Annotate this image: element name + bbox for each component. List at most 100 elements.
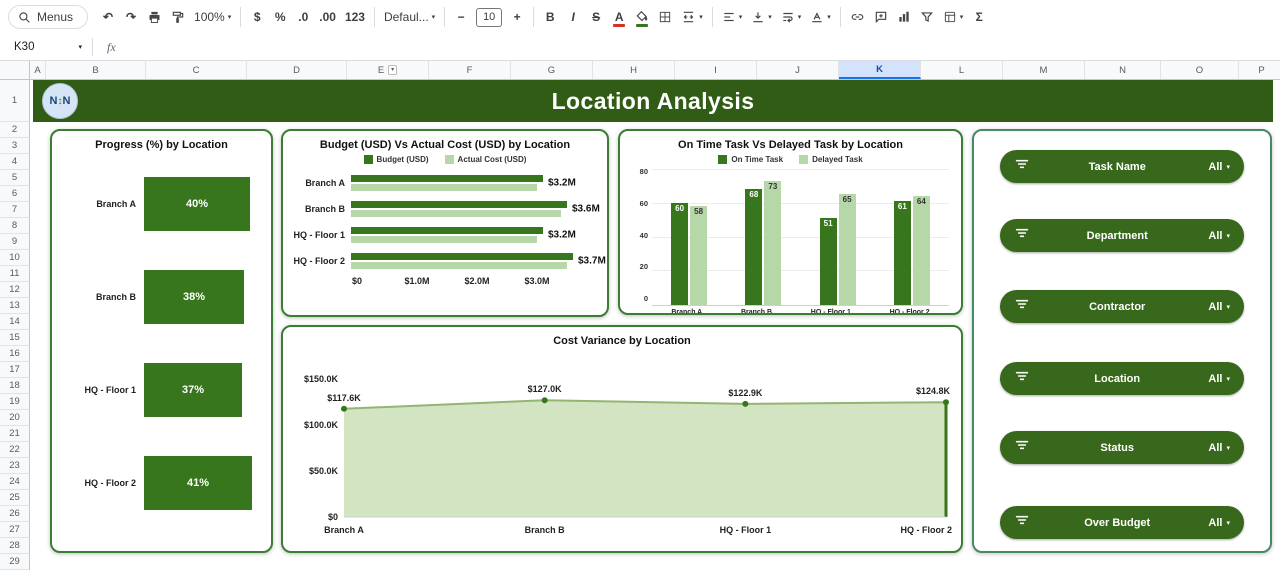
- filter-label: Department: [1030, 230, 1204, 242]
- decrease-font-size-button[interactable]: −: [450, 5, 472, 29]
- merge-cells-icon[interactable]: ▾: [677, 5, 707, 29]
- row-header-10[interactable]: 10: [0, 250, 29, 266]
- insert-comment-icon[interactable]: [870, 5, 892, 29]
- borders-icon[interactable]: [654, 5, 676, 29]
- currency-format-button[interactable]: $: [246, 5, 268, 29]
- row-header-17[interactable]: 17: [0, 362, 29, 378]
- toolbar-divider: [840, 7, 841, 27]
- row-header-11[interactable]: 11: [0, 266, 29, 282]
- row-header-14[interactable]: 14: [0, 314, 29, 330]
- row-header-29[interactable]: 29: [0, 554, 29, 570]
- paint-format-icon[interactable]: [167, 5, 189, 29]
- column-header-p[interactable]: P: [1239, 61, 1280, 79]
- insert-link-icon[interactable]: [846, 5, 869, 29]
- menus-button[interactable]: Menus: [8, 5, 88, 29]
- progress-chart-panel[interactable]: Progress (%) by Location Branch A40%Bran…: [50, 129, 273, 553]
- percent-format-button[interactable]: %: [269, 5, 291, 29]
- row-header-28[interactable]: 28: [0, 538, 29, 554]
- filter-task-name[interactable]: Task NameAll▾: [1000, 150, 1244, 183]
- text-color-button[interactable]: A: [608, 5, 630, 29]
- undo-icon[interactable]: ↶: [97, 5, 119, 29]
- column-header-d[interactable]: D: [247, 61, 347, 79]
- column-header-f[interactable]: F: [429, 61, 511, 79]
- font-select[interactable]: Defaul...▾: [380, 5, 439, 29]
- row-header-24[interactable]: 24: [0, 474, 29, 490]
- filter-contractor[interactable]: ContractorAll▾: [1000, 290, 1244, 323]
- column-header-n[interactable]: N: [1085, 61, 1161, 79]
- dropdown-icon[interactable]: ▾: [388, 65, 397, 75]
- column-header-i[interactable]: I: [675, 61, 757, 79]
- row-header-15[interactable]: 15: [0, 330, 29, 346]
- filter-status[interactable]: StatusAll▾: [1000, 431, 1244, 464]
- row-header-12[interactable]: 12: [0, 282, 29, 298]
- redo-icon[interactable]: ↷: [120, 5, 142, 29]
- column-header-a[interactable]: A: [30, 61, 46, 79]
- row-header-13[interactable]: 13: [0, 298, 29, 314]
- row-header-26[interactable]: 26: [0, 506, 29, 522]
- increase-font-size-button[interactable]: +: [506, 5, 528, 29]
- column-letter: O: [1196, 65, 1203, 76]
- text-rotation-icon[interactable]: ▾: [806, 5, 835, 29]
- zoom-select[interactable]: 100%▾: [190, 5, 235, 29]
- insert-chart-icon[interactable]: [893, 5, 915, 29]
- italic-button[interactable]: I: [562, 5, 584, 29]
- formula-input[interactable]: [130, 34, 1280, 60]
- horizontal-align-icon[interactable]: ▾: [718, 5, 747, 29]
- cost-variance-chart-panel[interactable]: Cost Variance by Location $0$50.0K$100.0…: [281, 325, 963, 553]
- row-header-2[interactable]: 2: [0, 122, 29, 138]
- row-header-25[interactable]: 25: [0, 490, 29, 506]
- column-header-k[interactable]: K: [839, 61, 921, 79]
- paint-format-icon: [171, 10, 185, 24]
- row-header-7[interactable]: 7: [0, 202, 29, 218]
- row-header-16[interactable]: 16: [0, 346, 29, 362]
- insert-comment-icon: [874, 10, 888, 24]
- print-icon[interactable]: [143, 5, 166, 29]
- row-header-9[interactable]: 9: [0, 234, 29, 250]
- column-header-m[interactable]: M: [1003, 61, 1085, 79]
- row-header-23[interactable]: 23: [0, 458, 29, 474]
- column-header-e[interactable]: E▾: [347, 61, 429, 79]
- vertical-align-icon[interactable]: ▾: [747, 5, 776, 29]
- functions-button[interactable]: Σ: [968, 5, 990, 29]
- filter-over-budget[interactable]: Over BudgetAll▾: [1000, 506, 1244, 539]
- row-header-19[interactable]: 19: [0, 394, 29, 410]
- axis-tick-label: 40: [640, 231, 648, 240]
- table-views-icon[interactable]: ▾: [939, 5, 968, 29]
- filter-department[interactable]: DepartmentAll▾: [1000, 219, 1244, 252]
- column-header-h[interactable]: H: [593, 61, 675, 79]
- column-header-o[interactable]: O: [1161, 61, 1239, 79]
- row-header-5[interactable]: 5: [0, 170, 29, 186]
- font-size-input[interactable]: 10: [476, 8, 502, 27]
- banner: N↕N Location Analysis: [33, 80, 1273, 122]
- row-header-3[interactable]: 3: [0, 138, 29, 154]
- row-header-27[interactable]: 27: [0, 522, 29, 538]
- fill-color-icon[interactable]: [631, 5, 653, 29]
- increase-decimal-button[interactable]: .00: [315, 5, 340, 29]
- ontime-vs-delayed-chart-panel[interactable]: On Time Task Vs Delayed Task by Location…: [618, 129, 963, 315]
- row-header-6[interactable]: 6: [0, 186, 29, 202]
- row-header-8[interactable]: 8: [0, 218, 29, 234]
- row-header-20[interactable]: 20: [0, 410, 29, 426]
- category-label: Branch B: [58, 292, 144, 302]
- select-all-corner[interactable]: [0, 61, 30, 80]
- budget-vs-actual-chart-panel[interactable]: Budget (USD) Vs Actual Cost (USD) by Loc…: [281, 129, 609, 317]
- filter-location[interactable]: LocationAll▾: [1000, 362, 1244, 395]
- column-header-j[interactable]: J: [757, 61, 839, 79]
- column-header-c[interactable]: C: [146, 61, 247, 79]
- row-header-18[interactable]: 18: [0, 378, 29, 394]
- row-header-22[interactable]: 22: [0, 442, 29, 458]
- column-header-l[interactable]: L: [921, 61, 1003, 79]
- slicer-icon: [1014, 225, 1030, 246]
- row-header-21[interactable]: 21: [0, 426, 29, 442]
- strikethrough-button[interactable]: S: [585, 5, 607, 29]
- row-header-1[interactable]: 1: [0, 80, 29, 122]
- row-header-4[interactable]: 4: [0, 154, 29, 170]
- more-formats-button[interactable]: 123: [341, 5, 369, 29]
- text-wrap-icon[interactable]: ▾: [777, 5, 806, 29]
- column-header-g[interactable]: G: [511, 61, 593, 79]
- name-box[interactable]: K30 ▾: [0, 41, 92, 53]
- create-filter-icon[interactable]: [916, 5, 938, 29]
- decrease-decimal-button[interactable]: .0: [292, 5, 314, 29]
- bold-button[interactable]: B: [539, 5, 561, 29]
- column-header-b[interactable]: B: [46, 61, 146, 79]
